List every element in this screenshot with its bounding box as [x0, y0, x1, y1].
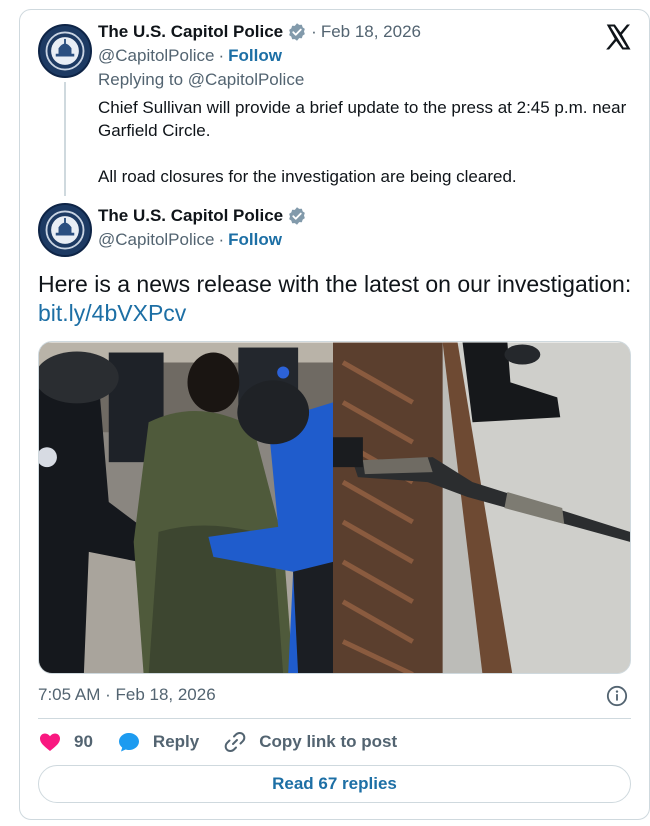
main-tweet-text: Here is a news release with the latest o…	[38, 270, 631, 328]
reply-tweet-text-line: Garfield Circle.	[98, 121, 211, 140]
shotgun-on-storm-grate-photo[interactable]	[333, 342, 630, 674]
info-icon[interactable]	[606, 685, 628, 707]
reply-button[interactable]: Reply	[117, 730, 199, 754]
speech-bubble-icon	[118, 733, 139, 752]
reply-tweet-header: The U.S. Capitol Police · Feb 18, 2026	[98, 22, 421, 42]
like-button[interactable]: 90	[38, 730, 93, 754]
author-name[interactable]: The U.S. Capitol Police	[98, 206, 283, 226]
reply-tweet-text-line: Chief Sullivan will provide a brief upda…	[98, 98, 627, 117]
heart-icon	[40, 733, 60, 751]
separator-dot: ·	[218, 46, 225, 65]
x-logo-icon[interactable]	[603, 22, 633, 52]
copy-link-button[interactable]: Copy link to post	[223, 730, 397, 754]
tweet-actions: 90 Reply Copy link to post	[38, 728, 421, 756]
replying-to-handle[interactable]: @CapitolPolice	[188, 70, 304, 89]
copy-link-label: Copy link to post	[259, 732, 398, 751]
separator-dot: ·	[311, 22, 317, 41]
replying-to: Replying to @CapitolPolice	[98, 70, 304, 90]
replying-to-prefix: Replying to	[98, 70, 184, 89]
follow-button[interactable]: Follow	[228, 230, 282, 250]
tweet-timestamp[interactable]: 7:05 AM · Feb 18, 2026	[38, 685, 216, 705]
reply-label: Reply	[152, 732, 200, 751]
news-release-link[interactable]: bit.ly/4bVXPcv	[38, 299, 631, 328]
like-count: 90	[74, 732, 93, 751]
author-handle[interactable]: @CapitolPolice	[98, 46, 214, 66]
read-replies-button[interactable]: Read 67 replies	[38, 765, 631, 803]
author-handle[interactable]: @CapitolPolice	[98, 230, 214, 250]
tweet-date[interactable]: Feb 18, 2026	[321, 22, 421, 42]
verified-badge-icon	[287, 206, 307, 226]
main-tweet-body: Here is a news release with the latest o…	[38, 271, 632, 297]
tweet-media[interactable]	[38, 341, 631, 674]
verified-badge-icon	[287, 22, 307, 42]
link-icon	[224, 731, 246, 753]
avatar[interactable]	[38, 24, 92, 78]
separator-dot: ·	[218, 230, 225, 249]
reply-tweet-text-line: All road closures for the investigation …	[98, 167, 517, 186]
divider	[38, 718, 631, 719]
main-tweet-header: The U.S. Capitol Police	[98, 206, 307, 226]
avatar[interactable]	[38, 203, 92, 257]
officers-detaining-suspect-photo[interactable]	[39, 342, 333, 674]
follow-button[interactable]: Follow	[228, 46, 282, 66]
thread-connector-line	[64, 82, 66, 196]
author-name[interactable]: The U.S. Capitol Police	[98, 22, 283, 42]
reply-tweet-subheader: @CapitolPolice · Follow	[98, 46, 282, 66]
main-tweet-subheader: @CapitolPolice · Follow	[98, 230, 282, 250]
